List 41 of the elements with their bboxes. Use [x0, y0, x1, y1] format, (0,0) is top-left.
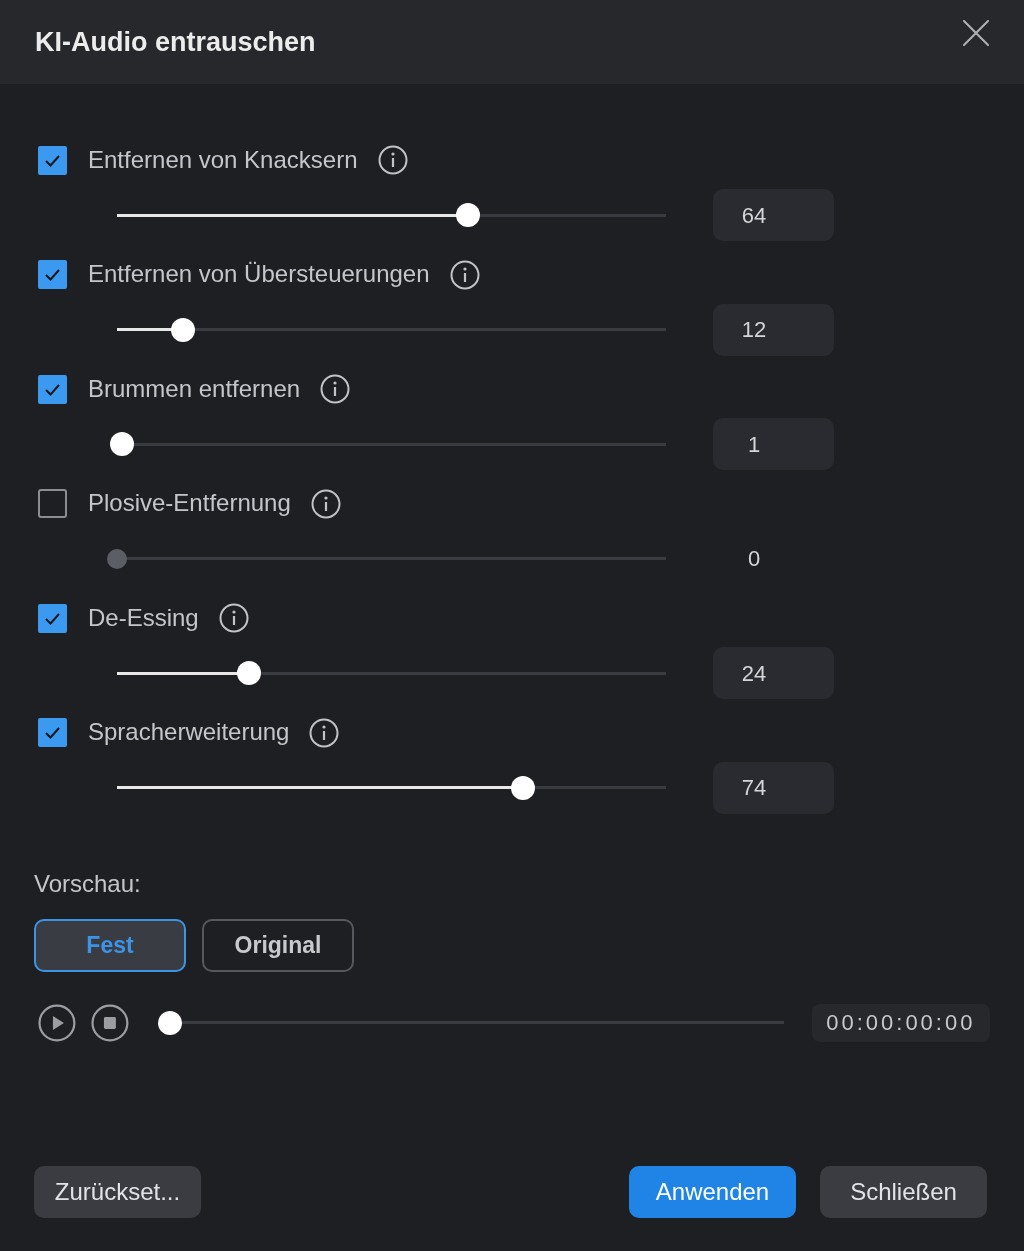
play-icon[interactable]: [38, 1003, 76, 1042]
playback-thumb[interactable]: [157, 1010, 182, 1035]
info-icon[interactable]: [310, 488, 341, 519]
close-button[interactable]: Schließen: [820, 1166, 987, 1218]
checkbox[interactable]: [38, 489, 67, 518]
slider-thumb[interactable]: [107, 548, 127, 569]
slider-thumb[interactable]: [110, 432, 135, 456]
info-icon[interactable]: [377, 145, 408, 175]
checkbox[interactable]: [38, 260, 67, 289]
preview-toggle-button[interactable]: Original: [202, 918, 354, 972]
reset-button[interactable]: Zurückset...: [34, 1166, 201, 1218]
checkbox[interactable]: [38, 374, 67, 404]
value-field[interactable]: 1: [713, 418, 834, 470]
window-title: KI-Audio entrauschen: [35, 25, 316, 59]
stop-icon[interactable]: [90, 1003, 129, 1042]
info-icon[interactable]: [218, 603, 249, 633]
value-field[interactable]: 0: [713, 532, 834, 585]
preview-label: Vorschau:: [34, 868, 142, 899]
slider-thumb[interactable]: [236, 661, 261, 685]
option-label: Entfernen von Knacksern: [88, 145, 358, 175]
value-field[interactable]: 12: [713, 303, 834, 356]
info-icon[interactable]: [309, 717, 340, 748]
option-label: Spracherweiterung: [88, 718, 290, 747]
timecode-display: 00:00:00:00: [811, 1003, 990, 1042]
value-field[interactable]: 24: [713, 647, 834, 699]
option-label: De-Essing: [88, 603, 199, 633]
close-icon[interactable]: [963, 20, 989, 46]
checkbox[interactable]: [38, 718, 67, 747]
slider-thumb[interactable]: [511, 775, 536, 800]
option-label: Brummen entfernen: [88, 374, 301, 404]
slider-thumb[interactable]: [456, 203, 481, 227]
checkbox[interactable]: [38, 145, 67, 175]
info-icon[interactable]: [449, 259, 480, 290]
slider-thumb[interactable]: [170, 317, 195, 342]
option-label: Plosive-Entfernung: [88, 489, 291, 518]
value-field[interactable]: 64: [713, 189, 834, 241]
info-icon[interactable]: [320, 374, 351, 404]
apply-button[interactable]: Anwenden: [629, 1166, 796, 1218]
option-label: Entfernen von Übersteuerungen: [88, 260, 430, 289]
value-field[interactable]: 74: [713, 761, 834, 814]
checkbox[interactable]: [38, 603, 67, 633]
